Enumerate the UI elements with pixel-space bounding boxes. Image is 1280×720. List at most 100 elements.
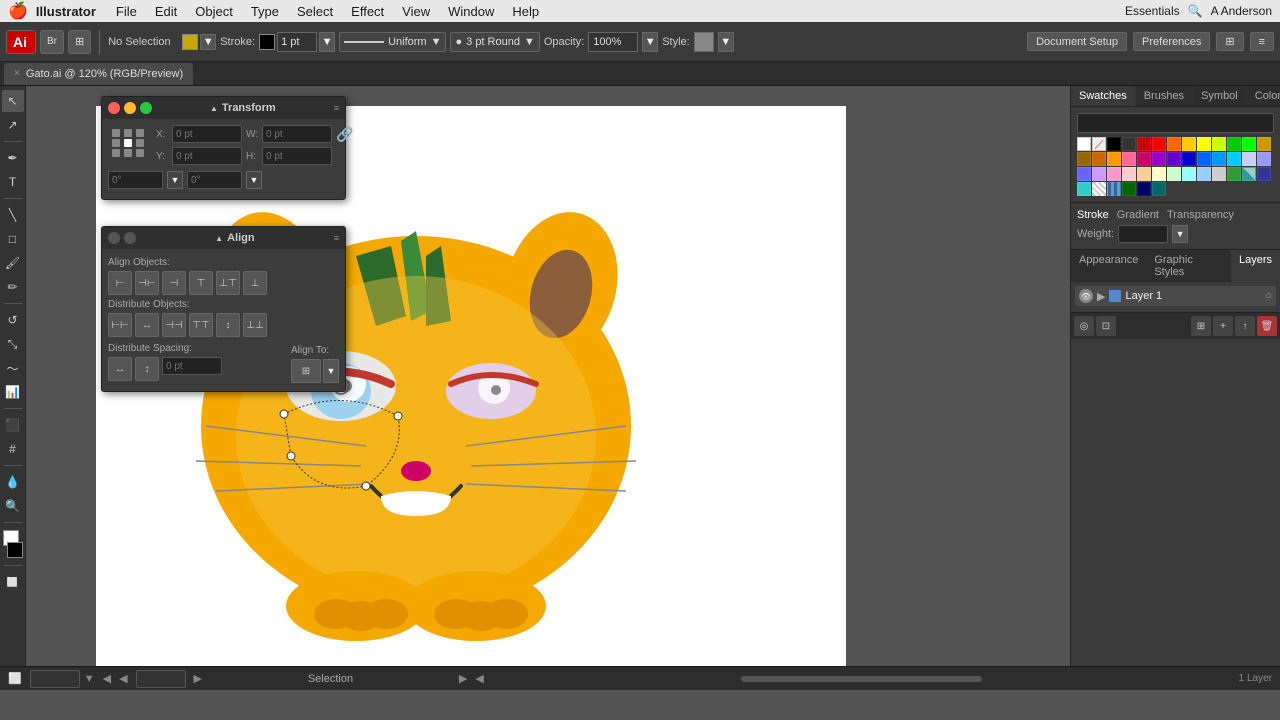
dist-center-v-btn[interactable]: ↕ <box>216 313 240 337</box>
swatch-pink2[interactable] <box>1137 152 1151 166</box>
swatch-red2[interactable] <box>1152 137 1166 151</box>
artboard-next-btn[interactable]: ▶ <box>194 672 202 685</box>
pencil-tool[interactable]: ✏ <box>2 276 24 298</box>
swatch-green3[interactable] <box>1227 167 1241 181</box>
rotate-tool[interactable]: ↺ <box>2 309 24 331</box>
document-tab[interactable]: × Gato.ai @ 120% (RGB/Preview) <box>4 63 193 85</box>
swatch-pattern2[interactable] <box>1107 182 1121 196</box>
menu-effect[interactable]: Effect <box>343 2 392 21</box>
tab-gradient[interactable]: Gradient <box>1117 209 1159 221</box>
lock-icon[interactable]: 🔗 <box>336 126 353 143</box>
align-bc[interactable] <box>124 149 132 157</box>
zoom-input[interactable]: 120% <box>30 670 80 688</box>
align-bottom-btn[interactable]: ⊥ <box>243 271 267 295</box>
w-input[interactable] <box>262 125 332 143</box>
swatch-dk-teal[interactable] <box>1152 182 1166 196</box>
swatch-brown2[interactable] <box>1077 152 1091 166</box>
swatch-yellow3[interactable] <box>1152 167 1166 181</box>
align-min-btn[interactable] <box>124 232 136 244</box>
align-tc[interactable] <box>124 129 132 137</box>
style-box[interactable] <box>694 32 714 52</box>
gradient-tool[interactable]: ⬛ <box>2 414 24 436</box>
menu-edit[interactable]: Edit <box>147 2 185 21</box>
swatch-yellow2[interactable] <box>1197 137 1211 151</box>
transform-close-btn[interactable] <box>108 102 120 114</box>
menu-window[interactable]: Window <box>440 2 502 21</box>
align-panel-header[interactable]: ▲ Align ≡ <box>102 227 345 249</box>
align-to-arrow[interactable]: ▼ <box>323 359 339 383</box>
opacity-input[interactable]: 100% <box>588 32 638 52</box>
align-close-btn[interactable] <box>108 232 120 244</box>
rotate-input[interactable] <box>108 171 163 189</box>
layer-item[interactable]: 👁 ▶ Layer 1 ○ <box>1075 286 1276 306</box>
swatch-green1[interactable] <box>1227 137 1241 151</box>
mesh-tool[interactable]: # <box>2 438 24 460</box>
locate-layer-btn[interactable]: ◎ <box>1074 316 1094 336</box>
swatch-periwinkle[interactable] <box>1257 152 1271 166</box>
swatch-blue4[interactable] <box>1257 167 1271 181</box>
fill-arrow[interactable]: ▼ <box>200 34 216 50</box>
tab-swatches[interactable]: Swatches <box>1071 86 1136 106</box>
swatch-pattern1[interactable] <box>1092 182 1106 196</box>
swatch-lavender[interactable] <box>1242 152 1256 166</box>
swatch-yellow1[interactable] <box>1182 137 1196 151</box>
status-scrollbar[interactable] <box>741 676 982 682</box>
x-input[interactable] <box>172 125 242 143</box>
stroke-weight-input[interactable]: 1 pt <box>277 32 317 52</box>
swatch-dk-blue[interactable] <box>1137 182 1151 196</box>
tab-stroke[interactable]: Stroke <box>1077 209 1109 221</box>
swatch-blue2[interactable] <box>1197 152 1211 166</box>
swatch-violet[interactable] <box>1092 167 1106 181</box>
swatch-skyblue[interactable] <box>1197 167 1211 181</box>
swatch-orange2[interactable] <box>1092 152 1106 166</box>
layer-lock-btn[interactable]: ○ <box>1265 290 1272 302</box>
align-right-btn[interactable]: ⊣ <box>162 271 186 295</box>
swatch-orange3[interactable] <box>1107 152 1121 166</box>
screen-mode-btn[interactable]: ⬜ <box>2 571 24 593</box>
swatch-peach[interactable] <box>1122 167 1136 181</box>
align-menu-btn[interactable]: ≡ <box>334 233 339 243</box>
swatch-red1[interactable] <box>1137 137 1151 151</box>
align-top-v-btn[interactable]: ⊤ <box>189 271 213 295</box>
dist-left-btn[interactable]: ⊢⊢ <box>108 313 132 337</box>
align-left-btn[interactable]: ⊢ <box>108 271 132 295</box>
swatch-black[interactable] <box>1107 137 1121 151</box>
align-mr[interactable] <box>136 139 144 147</box>
tab-color[interactable]: Color <box>1247 86 1280 106</box>
swatch-white[interactable] <box>1077 137 1091 151</box>
swatch-teal1[interactable] <box>1242 167 1256 181</box>
stroke-color-indicator[interactable] <box>7 542 23 558</box>
dist-right-btn[interactable]: ⊣⊣ <box>162 313 186 337</box>
tab-transparency[interactable]: Transparency <box>1167 209 1234 221</box>
swatch-cyan2[interactable] <box>1077 182 1091 196</box>
prev-artboard-btn[interactable]: ◀ <box>103 672 111 685</box>
dist-space-v-btn[interactable]: ↕ <box>135 357 159 381</box>
menu-object[interactable]: Object <box>187 2 241 21</box>
weight-input[interactable]: 1 pt <box>1118 225 1168 243</box>
fill-box[interactable] <box>182 34 198 50</box>
swatch-yellow-green[interactable] <box>1212 137 1226 151</box>
layout-btn[interactable]: ⊞ <box>68 30 91 54</box>
preferences-btn[interactable]: Preferences <box>1133 32 1210 51</box>
new-sublayer-btn[interactable]: ⊞ <box>1191 316 1211 336</box>
status-back-btn[interactable]: ◀ <box>475 672 483 685</box>
swatches-search-input[interactable] <box>1077 113 1274 133</box>
swatch-aqua[interactable] <box>1182 167 1196 181</box>
tab-graphic-styles[interactable]: Graphic Styles <box>1146 250 1231 282</box>
tab-layers[interactable]: Layers <box>1231 250 1280 282</box>
more-btn[interactable]: ≡ <box>1250 32 1274 51</box>
apple-menu[interactable]: 🍎 <box>8 1 28 21</box>
transform-panel-header[interactable]: ▲ Transform ≡ <box>102 97 345 119</box>
eyedropper-tool[interactable]: 💧 <box>2 471 24 493</box>
tab-symbol[interactable]: Symbol <box>1193 86 1247 106</box>
bridge-btn[interactable]: Br <box>40 30 64 54</box>
tab-appearance[interactable]: Appearance <box>1071 250 1146 282</box>
align-bl[interactable] <box>112 149 120 157</box>
brush-tool[interactable]: 🖌 <box>2 252 24 274</box>
swatch-blue3[interactable] <box>1077 167 1091 181</box>
stroke-color-box[interactable] <box>259 34 275 50</box>
align-tr[interactable] <box>136 129 144 137</box>
swatch-brown1[interactable] <box>1257 137 1271 151</box>
swatch-purple2[interactable] <box>1167 152 1181 166</box>
text-tool[interactable]: T <box>2 171 24 193</box>
